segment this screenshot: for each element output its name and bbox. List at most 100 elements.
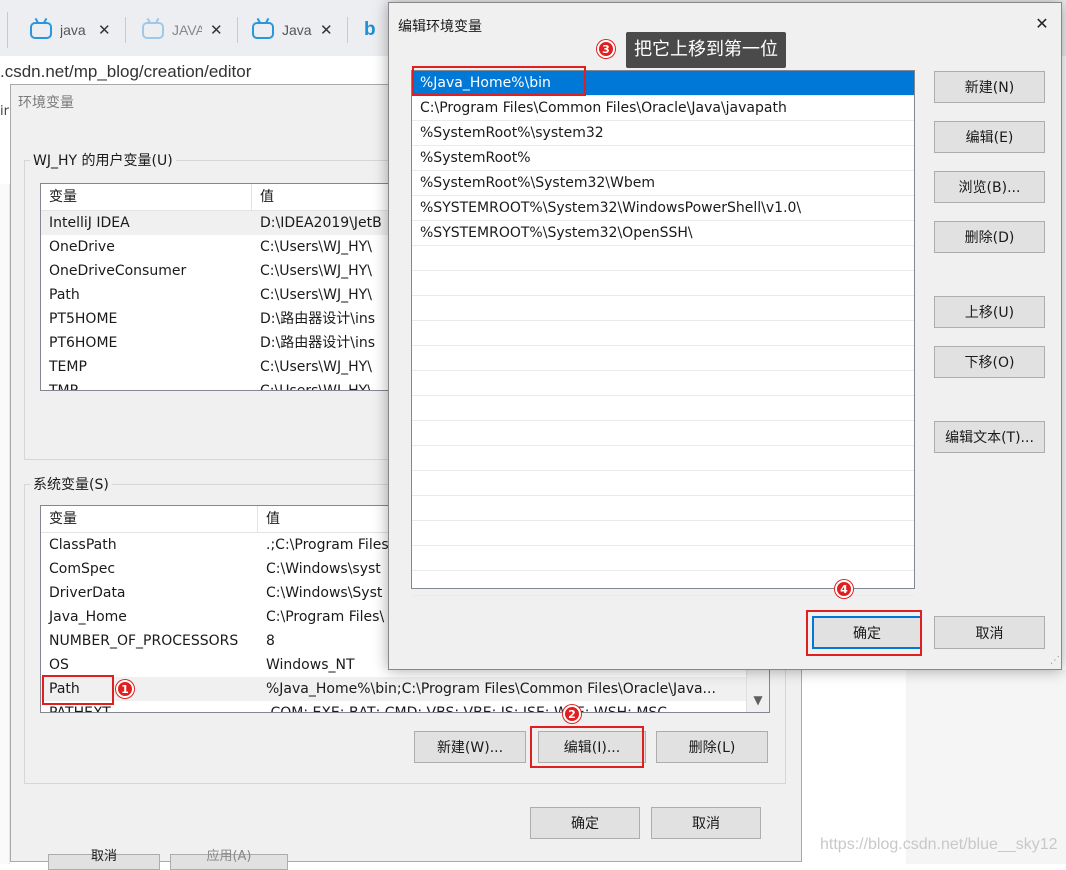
table-row[interactable]: PATHEXT .COM;.EXE;.BAT;.CMD;.VBS;.VBE;.J… [41,701,769,713]
env-ok-button[interactable]: 确定 [530,807,640,839]
var-name: OneDriveConsumer [49,263,187,279]
var-name: ComSpec [49,561,116,577]
page-left-text: ir [0,104,9,119]
var-name: Java_Home [49,609,127,625]
table-row[interactable]: Path C:\Users\WJ_HY\ [41,283,396,307]
path-new-button[interactable]: 新建(N) [934,71,1045,103]
var-name: DriverData [49,585,126,601]
var-value: C:\Users\WJ_HY\ [260,359,372,375]
user-vars-list[interactable]: 变量 值 IntelliJ IDEA D:\IDEA2019\JetB OneD… [40,183,396,391]
empty-row [412,371,914,396]
path-entry[interactable]: %SYSTEMROOT%\System32\OpenSSH\ [412,221,914,246]
system-vars-label: 系统变量(S) [30,474,112,494]
var-value: D:\路由器设计\ins [260,335,376,351]
tab-close-icon[interactable]: ✕ [98,21,111,39]
bilibili-icon [142,21,164,39]
bilibili-icon [252,21,274,39]
highlight-box-java-home-entry [412,66,586,96]
empty-row [412,346,914,371]
env-cancel-button[interactable]: 取消 [651,807,761,839]
browser-tab[interactable]: Java ✕ [252,12,358,48]
table-row[interactable]: PT6HOME D:\路由器设计\ins [41,331,396,355]
watermark: https://blog.csdn.net/blue__sky12 [820,836,1058,853]
empty-row [412,321,914,346]
table-row-path-selected[interactable]: Path %Java_Home%\bin;C:\Program Files\Co… [41,677,769,701]
move-up-button[interactable]: 上移(U) [934,296,1045,328]
path-browse-button[interactable]: 浏览(B)... [934,171,1045,203]
empty-row [412,446,914,471]
step-badge-2: 2 [563,705,581,723]
var-name: OS [49,657,69,673]
browser-tab[interactable]: java ✕ [30,12,138,48]
var-name: TMP [49,383,79,391]
var-name: ClassPath [49,537,117,553]
env-dialog-title: 环境变量 [18,95,74,111]
tab-title: Java [282,22,312,38]
step-badge-4: 4 [835,580,853,598]
var-value: C:\Users\WJ_HY\ [260,263,372,279]
column-header-value[interactable]: 值 [252,184,396,210]
scroll-down-icon[interactable]: ▼ [748,690,768,710]
resize-grip-icon[interactable]: ⋰ [1046,654,1060,668]
close-icon[interactable]: ✕ [1030,14,1054,38]
step-badge-3: 3 [597,40,615,58]
path-entry[interactable]: %SystemRoot%\system32 [412,121,914,146]
table-row[interactable]: PT5HOME D:\路由器设计\ins [41,307,396,331]
path-edit-button[interactable]: 编辑(E) [934,121,1045,153]
move-down-button[interactable]: 下移(O) [934,346,1045,378]
highlight-box-ok-button [806,610,922,656]
table-row[interactable]: OneDriveConsumer C:\Users\WJ_HY\ [41,259,396,283]
edit-text-button[interactable]: 编辑文本(T)... [934,421,1045,453]
path-entries-list[interactable]: %Java_Home%\bin C:\Program Files\Common … [411,70,915,596]
var-name: PT5HOME [49,311,118,327]
bing-icon[interactable]: b [364,20,378,40]
var-name: PT6HOME [49,335,118,351]
path-delete-button[interactable]: 删除(D) [934,221,1045,253]
bilibili-icon [30,21,52,39]
empty-row [412,496,914,521]
new-variable-button[interactable]: 新建(W)... [414,731,526,763]
tab-close-icon[interactable]: ✕ [210,21,223,39]
empty-row [412,471,914,496]
empty-row [412,296,914,321]
list-header: 变量 值 [41,184,396,211]
tab-title: java [60,22,86,38]
behind-apply-button[interactable]: 应用(A) [170,850,288,870]
tab-title: JAVA [172,22,202,38]
var-name: OneDrive [49,239,115,255]
empty-row [412,521,914,546]
column-header-name[interactable]: 变量 [41,506,258,532]
var-value: %Java_Home%\bin;C:\Program Files\Common … [266,681,716,697]
instruction-tooltip: 把它上移到第一位 [626,32,786,68]
edit-cancel-button[interactable]: 取消 [934,616,1045,649]
path-entry[interactable]: %SystemRoot%\System32\Wbem [412,171,914,196]
user-vars-label: WJ_HY 的用户变量(U) [30,150,176,170]
table-row[interactable]: IntelliJ IDEA D:\IDEA2019\JetB [41,211,396,235]
edit-dialog-title: 编辑环境变量 [398,19,482,35]
tab-close-icon[interactable]: ✕ [320,21,333,39]
var-value: C:\Users\WJ_HY\ [260,239,372,255]
var-value: D:\IDEA2019\JetB [260,215,382,231]
page-right-panel [906,670,1066,864]
var-value: C:\Users\WJ_HY\ [260,383,372,391]
empty-row [412,546,914,571]
address-bar-url[interactable]: .csdn.net/mp_blog/creation/editor [0,62,251,82]
path-entry[interactable]: %SYSTEMROOT%\System32\WindowsPowerShell\… [412,196,914,221]
browser-tab[interactable]: JAVA ✕ [142,12,248,48]
empty-row [412,271,914,296]
table-row[interactable]: TMP C:\Users\WJ_HY\ [41,379,396,391]
behind-cancel-button[interactable]: 取消 [48,850,160,870]
var-value: .COM;.EXE;.BAT;.CMD;.VBS;.VBE;.JS;.JSE;.… [266,705,668,713]
column-header-name[interactable]: 变量 [41,184,253,210]
path-entry[interactable]: C:\Program Files\Common Files\Oracle\Jav… [412,96,914,121]
var-name: TEMP [49,359,87,375]
path-entry[interactable]: %SystemRoot% [412,146,914,171]
delete-variable-button[interactable]: 删除(L) [656,731,768,763]
var-value: D:\路由器设计\ins [260,311,376,327]
table-row[interactable]: OneDrive C:\Users\WJ_HY\ [41,235,396,259]
browser-tab-partial[interactable] [0,12,8,48]
highlight-box-path-var [42,675,114,705]
empty-row [412,421,914,446]
table-row[interactable]: TEMP C:\Users\WJ_HY\ [41,355,396,379]
var-name: Path [49,287,80,303]
